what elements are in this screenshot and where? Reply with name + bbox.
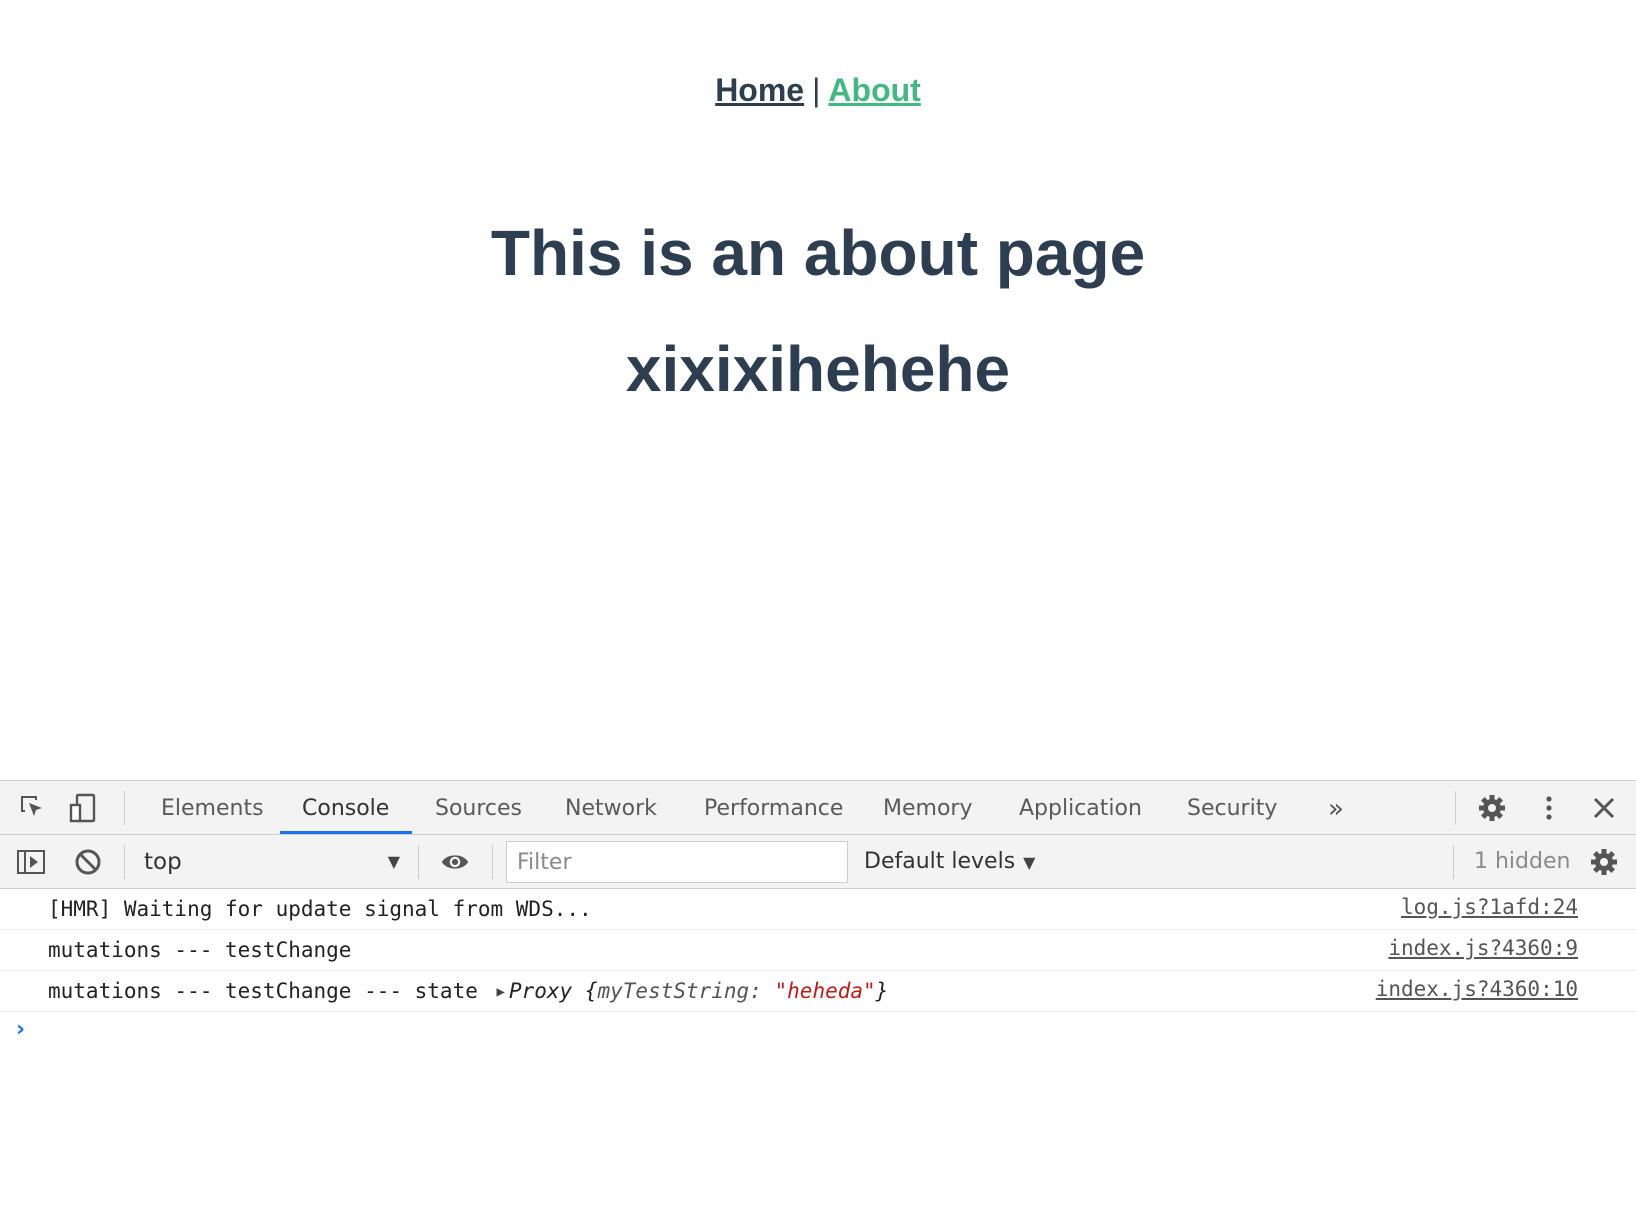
- device-toolbar-icon[interactable]: [68, 793, 98, 823]
- message-text: mutations --- testChange: [48, 938, 352, 962]
- devtools-tab-bar: Elements Console Sources Network Perform…: [0, 781, 1636, 835]
- more-tabs-chevron-icon[interactable]: »: [1306, 781, 1366, 834]
- tab-sources[interactable]: Sources: [413, 781, 544, 834]
- inspect-element-icon[interactable]: [18, 793, 48, 823]
- console-messages: [HMR] Waiting for update signal from WDS…: [0, 889, 1636, 1042]
- object-value: "heheda": [774, 979, 876, 1003]
- expand-triangle-icon[interactable]: ▶: [497, 984, 505, 1000]
- toolbar-divider: [418, 845, 419, 879]
- filter-input[interactable]: [506, 841, 848, 883]
- console-message: [HMR] Waiting for update signal from WDS…: [0, 889, 1636, 930]
- close-icon[interactable]: [1589, 793, 1619, 823]
- log-levels-label: Default levels: [864, 849, 1016, 874]
- message-content: mutations --- testChange --- state ▶ Prox…: [48, 979, 888, 1003]
- message-text: mutations --- testChange --- state: [48, 979, 478, 1003]
- nav-link-about[interactable]: About: [828, 72, 920, 108]
- tab-memory[interactable]: Memory: [861, 781, 994, 834]
- console-prompt-icon[interactable]: ›: [16, 1017, 25, 1042]
- tab-security[interactable]: Security: [1165, 781, 1299, 834]
- tab-network[interactable]: Network: [543, 781, 679, 834]
- hidden-count: 1 hidden: [1474, 849, 1571, 874]
- live-expression-eye-icon[interactable]: [440, 847, 470, 877]
- dropdown-caret-icon: ▼: [1023, 853, 1036, 872]
- source-link[interactable]: index.js?4360:10: [1376, 977, 1578, 1001]
- page-title: This is an about page: [490, 217, 1146, 289]
- nav-separator: |: [812, 72, 821, 108]
- object-label: Proxy: [508, 979, 573, 1003]
- log-levels-dropdown[interactable]: Default levels ▼: [864, 843, 1035, 881]
- tab-console[interactable]: Console: [280, 781, 412, 834]
- context-value: top: [144, 849, 182, 875]
- dropdown-caret-icon: ▼: [387, 852, 400, 871]
- sidebar-toggle-icon[interactable]: [16, 847, 46, 877]
- object-preview[interactable]: Proxy {myTestString: "heheda"}: [509, 979, 888, 1003]
- console-toolbar: top ▼ Default levels ▼ 1 hidden: [0, 835, 1636, 889]
- tab-application[interactable]: Application: [997, 781, 1164, 834]
- toolbar-divider: [1453, 845, 1454, 879]
- tab-elements[interactable]: Elements: [139, 781, 286, 834]
- toolbar-divider: [492, 845, 493, 879]
- console-message: mutations --- testChange index.js?4360:9: [0, 930, 1636, 971]
- page-subtitle: xixixihehehe: [625, 333, 1011, 405]
- nav-link-home[interactable]: Home: [715, 72, 804, 108]
- top-nav: Home | About: [0, 72, 1636, 109]
- clear-console-icon[interactable]: [73, 847, 103, 877]
- console-message: mutations --- testChange --- state ▶ Prox…: [0, 971, 1636, 1012]
- console-settings-gear-icon[interactable]: [1589, 847, 1619, 877]
- toolbar-divider: [124, 845, 125, 879]
- kebab-menu-icon[interactable]: [1534, 793, 1564, 823]
- devtools-panel: Elements Console Sources Network Perform…: [0, 780, 1636, 1213]
- settings-gear-icon[interactable]: [1477, 793, 1507, 823]
- tab-performance[interactable]: Performance: [682, 781, 865, 834]
- message-text: [HMR] Waiting for update signal from WDS…: [48, 897, 592, 921]
- toolbar-divider: [1455, 791, 1456, 825]
- context-selector[interactable]: top ▼: [130, 843, 412, 881]
- object-key: myTestString:: [597, 979, 762, 1003]
- toolbar-divider: [124, 791, 125, 825]
- source-link[interactable]: index.js?4360:9: [1388, 936, 1578, 960]
- source-link[interactable]: log.js?1afd:24: [1401, 895, 1578, 919]
- page-content: Home | About This is an about page xixixih…: [0, 0, 1636, 780]
